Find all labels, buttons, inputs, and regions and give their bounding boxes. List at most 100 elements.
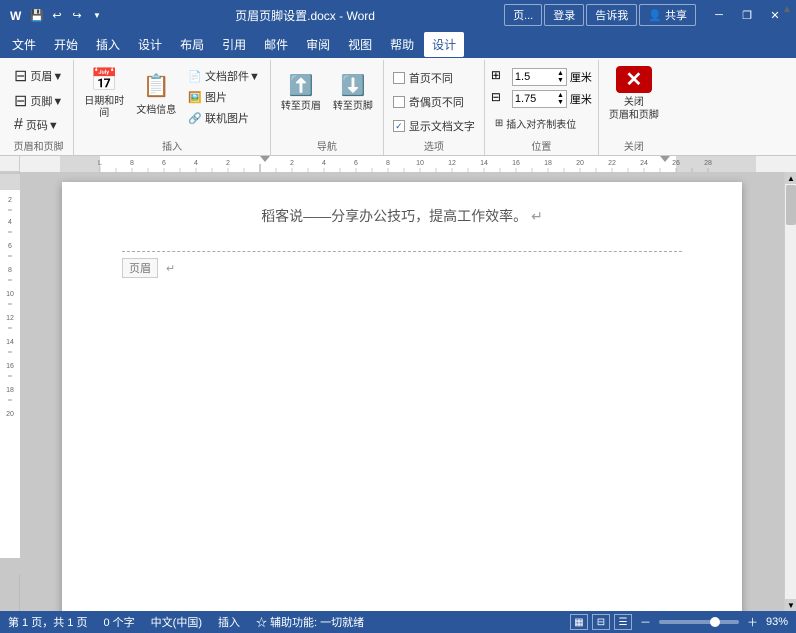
svg-text:16: 16	[512, 160, 520, 167]
qa-button[interactable]: 告诉我	[586, 4, 637, 26]
picture-button[interactable]: 🖼️ 图片	[184, 87, 264, 107]
show-doc-text-checkbox[interactable]: ✓	[393, 120, 405, 132]
insert-align-tab-button[interactable]: ⊞ 插入对齐制表位	[491, 114, 592, 133]
top-icon: ⊞	[491, 68, 509, 86]
online-picture-button[interactable]: 🔗 联机图片	[184, 108, 264, 128]
menu-insert[interactable]: 插入	[88, 32, 128, 57]
svg-text:6: 6	[354, 160, 358, 167]
top-position-input[interactable]: 1.5 ▲▼	[512, 68, 567, 86]
title-bar: W 💾 ↩ ↪ ▼ 页眉页脚设置.docx - Word 页... 登录 告诉我…	[0, 0, 796, 30]
zoom-in-icon[interactable]: ＋	[747, 614, 758, 630]
zoom-out-icon[interactable]: －	[640, 614, 651, 630]
zoom-slider[interactable]	[659, 620, 739, 624]
view-print-button[interactable]: ▦	[570, 614, 588, 630]
page-info: 第 1 页，共 1 页	[8, 614, 87, 630]
insert-buttons: 📅 日期和时间 📋 文档信息 📄 文档部件▼ 🖼️	[80, 64, 264, 128]
zoom-thumb	[710, 617, 720, 627]
menu-mailings[interactable]: 邮件	[256, 32, 296, 57]
insert-group-label: 插入	[162, 138, 182, 153]
ruler-svg: L 8 6 4 2 2	[20, 156, 796, 172]
top-spin-arrows[interactable]: ▲▼	[557, 70, 564, 84]
svg-text:12: 12	[6, 315, 14, 322]
document-scroll-area[interactable]: 稻客说——分享办公技巧，提高工作效率。 ↵ 页眉 ↵	[20, 172, 784, 611]
svg-text:14: 14	[480, 160, 488, 167]
ribbon-group-insert: 📅 日期和时间 📋 文档信息 📄 文档部件▼ 🖼️	[74, 60, 271, 155]
quick-access-toolbar: 💾 ↩ ↪ ▼	[28, 6, 106, 24]
footer-button[interactable]: ⊟ 页脚▼	[10, 89, 67, 113]
share-button[interactable]: 👤 共享	[639, 4, 696, 26]
menu-view[interactable]: 视图	[340, 32, 380, 57]
page-number-button[interactable]: # 页码▼	[10, 114, 67, 136]
header-button[interactable]: ⊟ 页眉▼	[10, 64, 67, 88]
body-area	[122, 278, 682, 558]
svg-text:2: 2	[290, 160, 294, 167]
undo-icon[interactable]: ↩	[48, 6, 66, 24]
status-bar: 第 1 页，共 1 页 0 个字 中文(中国) 插入 ☆ 辅助功能: 一切就绪 …	[0, 611, 796, 633]
header-return-char: ↵	[166, 262, 175, 275]
svg-text:8: 8	[8, 267, 12, 274]
word-count: 0 个字	[103, 614, 134, 630]
bottom-position-row: ⊟ 1.75 ▲▼ 厘米	[491, 90, 592, 108]
bottom-unit: 厘米	[570, 91, 592, 107]
menu-home[interactable]: 开始	[46, 32, 86, 57]
svg-text:6: 6	[162, 160, 166, 167]
close-header-footer-button[interactable]: ✕ 关闭页眉和页脚	[605, 64, 663, 124]
scroll-up-button[interactable]: ▲	[785, 172, 796, 184]
date-time-button[interactable]: 📅 日期和时间	[80, 64, 128, 122]
menu-review[interactable]: 审阅	[298, 32, 338, 57]
title-bar-right: 页... 登录 告诉我 👤 共享 ─ ❐ ✕	[504, 0, 788, 30]
horizontal-ruler-container: L 8 6 4 2 2	[0, 156, 796, 172]
align-tab-icon: ⊞	[495, 118, 503, 129]
doc-parts-button[interactable]: 📄 文档部件▼	[184, 66, 264, 86]
first-page-different-check[interactable]: 首页不同	[390, 68, 478, 88]
menu-references[interactable]: 引用	[214, 32, 254, 57]
svg-text:24: 24	[640, 160, 648, 167]
show-doc-text-label: 显示文档文字	[409, 118, 475, 134]
menu-file[interactable]: 文件	[4, 32, 44, 57]
menu-help[interactable]: 帮助	[382, 32, 422, 57]
svg-text:8: 8	[130, 160, 134, 167]
menu-design[interactable]: 设计	[130, 32, 170, 57]
restore-button[interactable]: ❐	[734, 0, 760, 30]
picture-icon: 🖼️	[188, 91, 202, 104]
menu-header-footer-design[interactable]: 设计	[424, 32, 464, 57]
doc-parts-icon: 📄	[188, 70, 202, 83]
bottom-spin-arrows[interactable]: ▲▼	[557, 92, 564, 106]
show-doc-text-check[interactable]: ✓ 显示文档文字	[390, 116, 478, 136]
bottom-position-input[interactable]: 1.75 ▲▼	[512, 90, 567, 108]
goto-header-button[interactable]: ⬆️ 转至页眉	[277, 64, 325, 122]
customize-icon[interactable]: ▼	[88, 6, 106, 24]
save-icon[interactable]: 💾	[28, 6, 46, 24]
online-picture-icon: 🔗	[188, 112, 202, 125]
ribbon-collapse-button[interactable]: ▲	[782, 4, 792, 15]
doc-info-button[interactable]: 📋 文档信息	[132, 64, 180, 122]
window-title: 页眉页脚设置.docx - Word	[106, 7, 504, 24]
view-buttons: ▦ ⊟ ☰	[570, 614, 632, 630]
login-button[interactable]: 登录	[544, 4, 584, 26]
scroll-down-button[interactable]: ▼	[785, 599, 796, 611]
view-outline-button[interactable]: ☰	[614, 614, 632, 630]
svg-text:4: 4	[322, 160, 326, 167]
page-number-icon: #	[14, 116, 23, 134]
svg-text:18: 18	[6, 387, 14, 394]
odd-even-checkbox[interactable]	[393, 96, 405, 108]
scroll-thumb[interactable]	[786, 185, 796, 225]
view-web-button[interactable]: ⊟	[592, 614, 610, 630]
close-group-content: ✕ 关闭页眉和页脚	[605, 64, 663, 136]
odd-even-different-check[interactable]: 奇偶页不同	[390, 92, 478, 112]
menu-layout[interactable]: 布局	[172, 32, 212, 57]
header-label-badge: 页眉	[122, 258, 158, 278]
accessibility: ☆ 辅助功能: 一切就绪	[256, 614, 364, 630]
date-time-icon: 📅	[88, 66, 120, 93]
header-area[interactable]: 稻客说——分享办公技巧，提高工作效率。 ↵	[122, 202, 682, 252]
redo-icon[interactable]: ↪	[68, 6, 86, 24]
vertical-ruler-svg: 2 4 6 8 10 12 14 16 18 20	[0, 174, 20, 574]
options-group-label: 选项	[424, 138, 444, 153]
tab-label[interactable]: 页...	[504, 4, 542, 26]
minimize-button[interactable]: ─	[706, 0, 732, 30]
insert-row1: 📅 日期和时间 📋 文档信息 📄 文档部件▼ 🖼️	[80, 64, 264, 128]
ribbon-group-close: ✕ 关闭页眉和页脚 关闭	[599, 60, 669, 155]
first-page-checkbox[interactable]	[393, 72, 405, 84]
goto-footer-button[interactable]: ⬇️ 转至页脚	[329, 64, 377, 122]
date-time-label: 日期和时间	[82, 96, 126, 120]
